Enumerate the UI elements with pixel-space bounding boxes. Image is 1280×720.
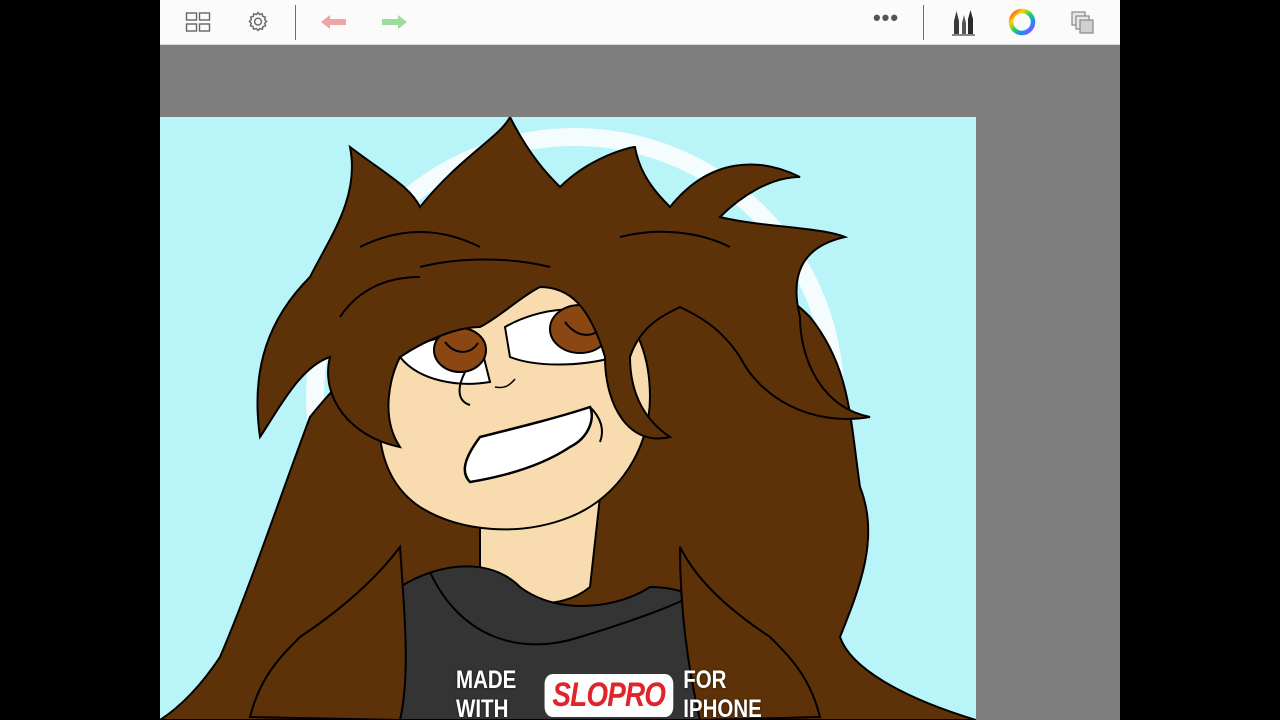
video-watermark: MADE WITH SLOPRO FOR IPHONE bbox=[456, 666, 768, 720]
undo-button[interactable] bbox=[314, 4, 354, 40]
gallery-button[interactable] bbox=[178, 4, 218, 40]
drawing-canvas[interactable] bbox=[160, 117, 976, 720]
drawing-app: ••• MADE WITH SLOPRO FOR IPHONE bbox=[160, 0, 1120, 720]
color-button[interactable] bbox=[1002, 4, 1042, 40]
more-icon: ••• bbox=[872, 5, 900, 30]
toolbar-divider bbox=[295, 5, 296, 40]
redo-button[interactable] bbox=[374, 4, 414, 40]
settings-button[interactable] bbox=[238, 4, 278, 40]
slopro-logo: SLOPRO bbox=[544, 673, 674, 717]
watermark-suffix: FOR IPHONE bbox=[683, 666, 762, 720]
top-toolbar: ••• bbox=[160, 0, 1120, 45]
undo-icon bbox=[321, 15, 346, 29]
more-button[interactable]: ••• bbox=[866, 4, 906, 40]
toolbar-divider bbox=[923, 5, 924, 40]
brush-library-icon bbox=[952, 10, 975, 36]
gallery-icon bbox=[185, 12, 211, 32]
color-wheel-icon bbox=[1008, 8, 1036, 36]
character-illustration bbox=[160, 117, 976, 720]
layers-button[interactable] bbox=[1062, 4, 1102, 40]
brush-library-button[interactable] bbox=[942, 4, 982, 40]
layers-icon bbox=[1071, 11, 1094, 34]
settings-icon bbox=[248, 11, 268, 32]
watermark-prefix: MADE WITH bbox=[456, 666, 517, 720]
redo-icon bbox=[382, 15, 407, 29]
